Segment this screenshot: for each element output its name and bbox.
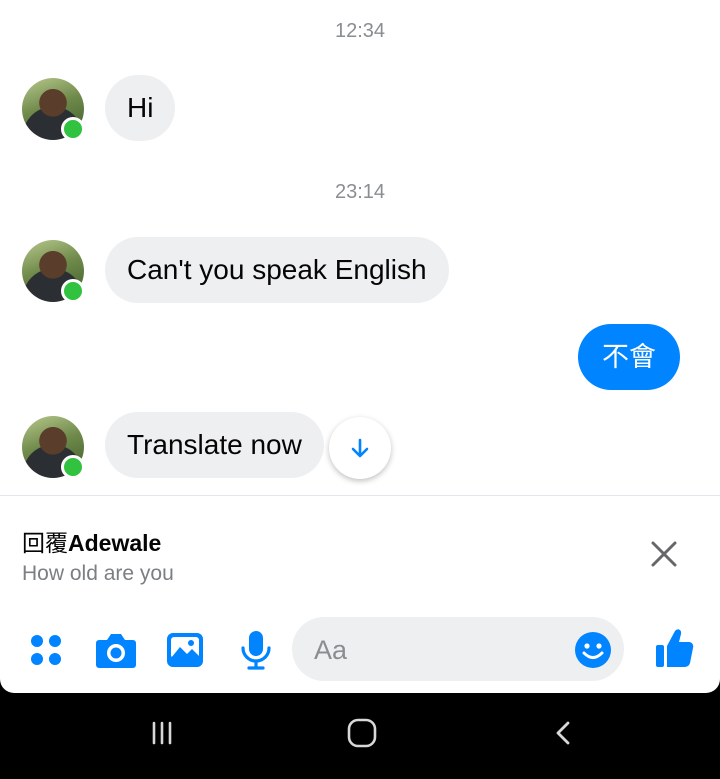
- chat-screen: 12:34 Hi 23:14 Can't you speak English 不…: [0, 0, 720, 693]
- avatar[interactable]: [22, 78, 85, 141]
- timestamp: 12:34: [334, 20, 386, 42]
- reply-prefix: 回覆: [22, 530, 68, 556]
- reply-recipient-name: Adewale: [68, 530, 162, 556]
- recents-icon: [152, 721, 172, 745]
- timestamp: 23:14: [334, 181, 386, 203]
- avatar[interactable]: [22, 416, 85, 479]
- back-button[interactable]: [544, 713, 584, 753]
- avatar[interactable]: [22, 240, 85, 303]
- gallery-button[interactable]: [163, 628, 207, 672]
- close-reply-button[interactable]: [648, 538, 680, 570]
- system-navigation-bar: [0, 693, 720, 779]
- reply-header: 回覆Adewale: [22, 524, 161, 558]
- apps-button[interactable]: [24, 628, 68, 672]
- voice-message-button[interactable]: [234, 628, 278, 672]
- image-icon: [167, 633, 203, 667]
- reply-quoted-message: How old are you: [22, 562, 174, 585]
- divider: [0, 495, 720, 496]
- home-icon: [347, 718, 377, 748]
- message-bubble-outgoing[interactable]: 不會: [578, 324, 680, 390]
- scroll-to-bottom-button[interactable]: [329, 417, 391, 479]
- message-input[interactable]: [312, 617, 566, 683]
- online-status-dot: [61, 117, 85, 141]
- message-composer[interactable]: [292, 617, 624, 683]
- message-bubble-incoming[interactable]: Translate now: [105, 412, 324, 478]
- emoji-button[interactable]: [574, 631, 612, 669]
- recents-button[interactable]: [142, 713, 182, 753]
- message-bubble-incoming[interactable]: Hi: [105, 75, 176, 141]
- camera-icon: [96, 634, 136, 668]
- close-icon: [651, 541, 677, 567]
- message-bubble-incoming[interactable]: Can't you speak English: [105, 237, 449, 303]
- microphone-icon: [241, 631, 271, 670]
- like-button[interactable]: [652, 626, 696, 670]
- apps-icon: [31, 635, 61, 665]
- home-button[interactable]: [342, 713, 382, 753]
- back-icon: [556, 721, 570, 745]
- thumbs-up-icon: [656, 629, 694, 667]
- online-status-dot: [61, 279, 85, 303]
- online-status-dot: [61, 455, 85, 479]
- emoji-icon: [575, 632, 611, 668]
- camera-button[interactable]: [94, 628, 138, 672]
- arrow-down-icon: [351, 438, 369, 458]
